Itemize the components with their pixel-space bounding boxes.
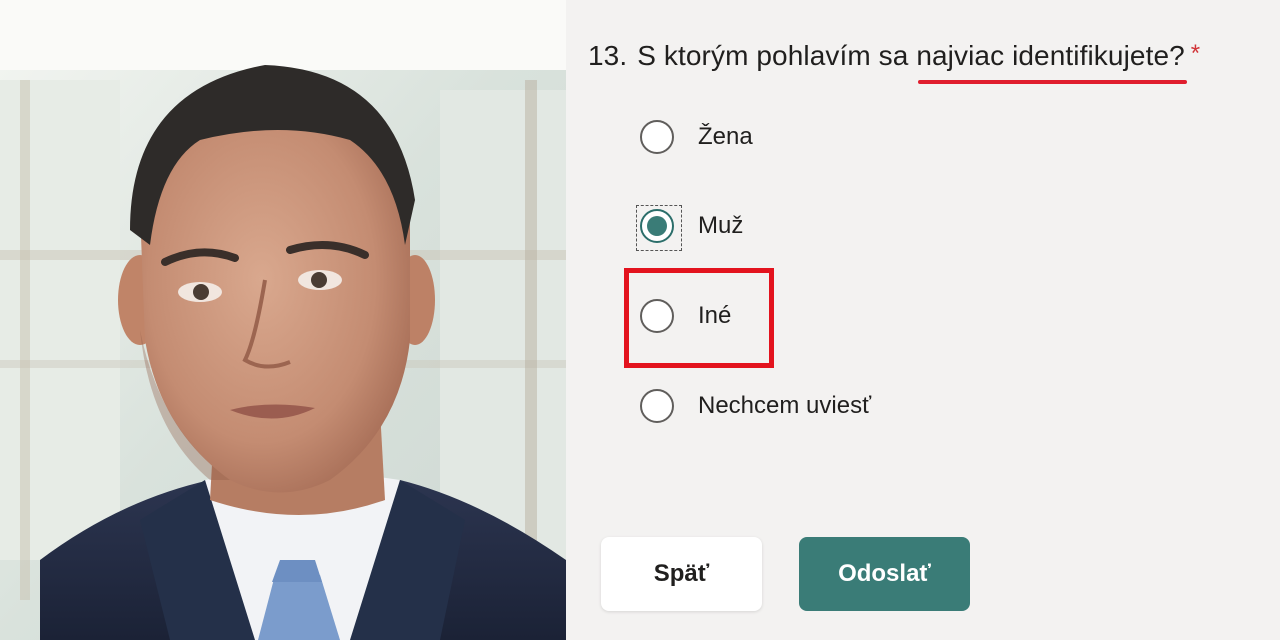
option-label: Žena [698,123,753,150]
focus-ring [636,205,682,251]
radio-button[interactable] [640,389,674,423]
question-text: S ktorým pohlavím sa [637,40,917,71]
portrait-illustration [0,0,566,640]
question-title: 13. S ktorým pohlavím sa najviac identifi… [588,40,1278,84]
option-nechcem-uviest[interactable]: Nechcem uviesť [640,384,871,428]
option-label: Nechcem uviesť [698,392,872,419]
radio-button[interactable] [640,120,674,154]
form-panel: 13. S ktorým pohlavím sa najviac identifi… [566,0,1280,640]
radio-button[interactable] [640,299,674,333]
submit-button[interactable]: Odoslať [799,537,970,611]
required-asterisk: * [1190,40,1201,67]
question-underlined-text: najviac identifikujete? [916,40,1188,84]
question-number: 13. [588,40,628,71]
option-label: Muž [698,212,744,239]
option-zena[interactable]: Žena [640,115,753,159]
back-button[interactable]: Späť [601,537,762,611]
option-ine[interactable]: Iné [640,294,731,338]
option-label: Iné [698,302,732,329]
portrait-photo [0,0,566,640]
radio-button-selected[interactable] [636,205,682,251]
option-muz[interactable]: Muž [636,204,744,251]
